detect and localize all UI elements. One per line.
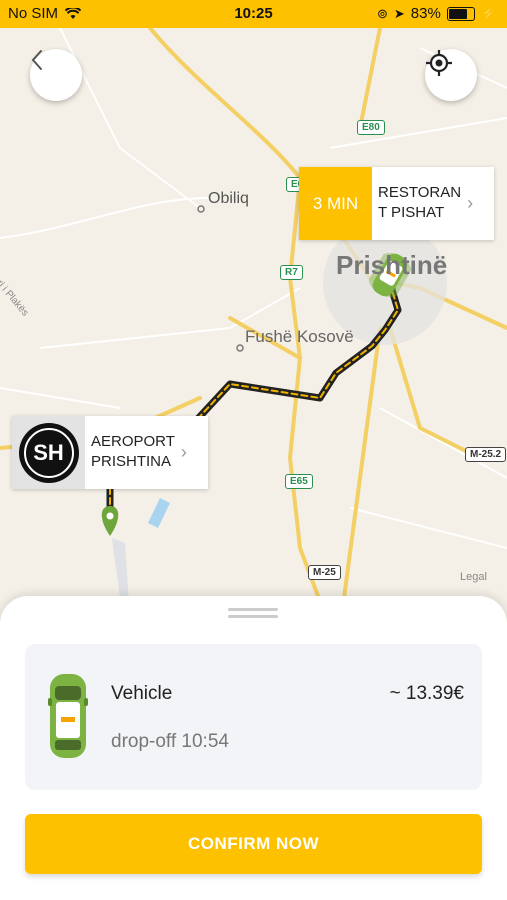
place-fushe-kosove: Fushë Kosovë [245, 327, 354, 346]
chevron-left-icon [31, 50, 42, 70]
origin-label: AEROPORT PRISHTINA [85, 416, 181, 489]
battery-percent: 83% [410, 5, 441, 22]
chevron-right-icon: › [467, 193, 474, 213]
locate-me-button[interactable] [425, 49, 477, 101]
road-shield-e65: E65 [285, 474, 313, 489]
ride-bottom-sheet: Vehicle ~ 13.39€ drop-off 10:54 CONFIRM … [0, 596, 507, 900]
map-view[interactable]: Obiliq Prishtinë Fushë Kosovë Guri i Pla… [0, 28, 507, 628]
vehicle-label: Vehicle [111, 683, 173, 704]
location-arrow-icon: ➤ [393, 5, 405, 21]
eta-badge: 3 MIN [299, 167, 372, 240]
place-prishtine: Prishtinë [336, 250, 448, 280]
airport-logo: SH [12, 416, 85, 489]
eta-label-line2: T PISHAT [378, 204, 445, 221]
chevron-right-icon: › [180, 442, 187, 462]
origin-label-line1: AEROPORT [91, 433, 175, 450]
sheet-drag-handle[interactable] [228, 608, 278, 611]
price-estimate: ~ 13.39€ [389, 683, 465, 704]
back-button[interactable] [30, 49, 82, 101]
rotation-lock-icon: ⊚ [376, 5, 388, 21]
vehicle-option-card[interactable]: Vehicle ~ 13.39€ drop-off 10:54 [25, 644, 482, 790]
origin-label-line2: PRISHTINA [91, 453, 172, 470]
confirm-now-button[interactable]: CONFIRM NOW [25, 814, 482, 874]
car-icon [48, 674, 88, 758]
battery-level [448, 8, 468, 19]
status-bar: No SIM 10:25 ⊚ ➤ 83% ⚡ [0, 0, 507, 28]
sheet-drag-handle-line [228, 615, 278, 618]
battery-icon [446, 6, 475, 21]
eta-destination-label: RESTORAN T PISHAT [372, 167, 467, 240]
crosshair-icon [426, 50, 452, 76]
eta-label-line1: RESTORAN [378, 184, 462, 201]
vehicle-car-icon [48, 672, 88, 765]
status-right: ⊚ ➤ 83% ⚡ [377, 5, 497, 22]
road-shield-m25: M-25 [308, 565, 341, 580]
airport-logo-text: SH [23, 427, 74, 478]
place-obiliq: Obiliq [208, 190, 249, 207]
road-shield-r7: R7 [280, 265, 303, 280]
dropoff-time: drop-off 10:54 [111, 731, 229, 752]
eta-callout[interactable]: 3 MIN RESTORAN T PISHAT › [299, 167, 494, 240]
origin-callout[interactable]: SH AEROPORT PRISHTINA › [12, 416, 208, 489]
charging-icon: ⚡ [480, 5, 497, 21]
road-shield-m25-2: M-25.2 [465, 447, 507, 462]
road-shield-e80: E80 [357, 120, 385, 135]
map-legal-link[interactable]: Legal [460, 571, 487, 583]
